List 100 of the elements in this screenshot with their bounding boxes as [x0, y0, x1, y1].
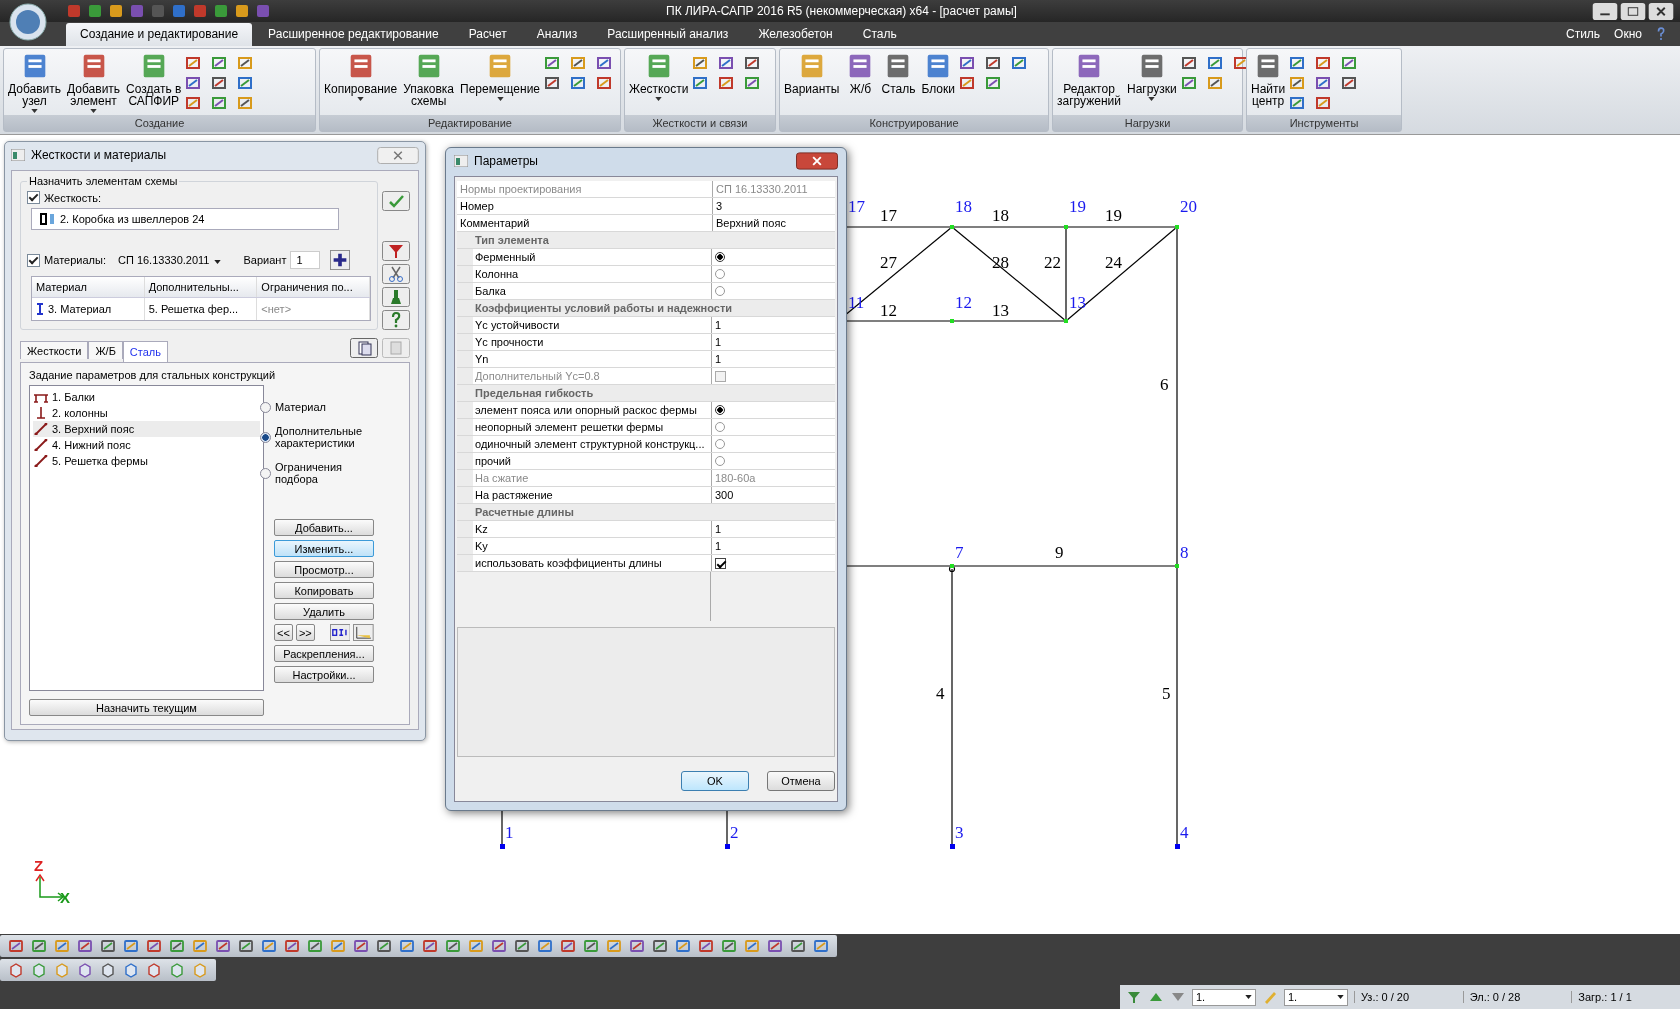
tool-icon[interactable] [399, 938, 415, 954]
variant-spinner[interactable]: 1 [290, 251, 321, 269]
tool-icon[interactable] [1206, 55, 1223, 71]
tool-icon[interactable] [1289, 75, 1306, 91]
column-header[interactable]: Ограничения по... [257, 277, 370, 297]
radio-button[interactable] [715, 456, 725, 466]
ribbon-button[interactable]: Добавить узел [6, 51, 64, 115]
tool-icon[interactable] [1315, 55, 1332, 71]
property-value[interactable]: 1 [712, 521, 835, 537]
cube-icon[interactable] [123, 962, 139, 978]
norm-dropdown[interactable]: СП 16.13330.2011 [117, 254, 222, 266]
stiffness-field[interactable]: 2. Коробка из швеллеров 24 [31, 208, 339, 230]
ribbon-tab[interactable]: Анализ [522, 23, 592, 46]
assign-button[interactable]: Назначить текущим [29, 699, 264, 716]
tool-icon[interactable] [185, 55, 202, 71]
radio-button[interactable] [715, 439, 725, 449]
tool-icon[interactable] [596, 55, 613, 71]
tool-icon[interactable] [8, 938, 24, 954]
tool-icon[interactable] [284, 938, 300, 954]
tab[interactable]: Жесткости [20, 341, 89, 359]
radio-button[interactable] [715, 286, 725, 296]
tool-icon[interactable] [422, 938, 438, 954]
property-value[interactable]: Верхний пояс [713, 215, 835, 231]
load-dropdown[interactable]: 1. [1284, 988, 1348, 1006]
tool-icon[interactable] [692, 55, 709, 71]
tool-icon[interactable] [146, 938, 162, 954]
tool-icon[interactable] [718, 55, 735, 71]
radio-button[interactable] [715, 422, 725, 432]
tool-icon[interactable] [1010, 55, 1027, 71]
tool-icon[interactable] [1341, 75, 1358, 91]
cube-icon[interactable] [100, 962, 116, 978]
ribbon-button[interactable]: Блоки [919, 51, 957, 115]
list-item[interactable]: 2. колонны [33, 405, 260, 421]
filter-icon[interactable] [382, 241, 410, 261]
minimize-icon[interactable] [1592, 2, 1618, 20]
tab[interactable]: Сталь [122, 341, 168, 362]
list-item[interactable]: 4. Нижний пояс [33, 437, 260, 453]
tool-icon[interactable] [514, 938, 530, 954]
toolbar-icon[interactable] [192, 3, 208, 19]
tool-icon[interactable] [211, 95, 228, 111]
ribbon-button[interactable]: Сталь [879, 51, 918, 115]
tool-icon[interactable] [767, 938, 783, 954]
action-button[interactable]: Удалить [274, 603, 374, 620]
checkbox[interactable] [715, 557, 726, 569]
dialog-button[interactable]: Отмена [767, 771, 835, 791]
tool-icon[interactable] [185, 95, 202, 111]
tool-icon[interactable] [958, 55, 975, 71]
tool-icon[interactable] [537, 938, 553, 954]
brush-icon[interactable] [382, 287, 410, 307]
ribbon-button[interactable]: Создать в САПФИР [124, 51, 184, 115]
tool-icon[interactable] [721, 938, 737, 954]
tool-icon[interactable] [583, 938, 599, 954]
help-icon[interactable] [382, 310, 410, 330]
ribbon-tab[interactable]: Расчет [454, 23, 521, 46]
cube-icon[interactable] [31, 962, 47, 978]
property-value[interactable]: 300 [712, 487, 835, 503]
action-button[interactable]: Копировать [274, 582, 374, 599]
tool-icon[interactable] [790, 938, 806, 954]
tool-icon[interactable] [1289, 55, 1306, 71]
tool-icon[interactable] [215, 938, 231, 954]
column-header[interactable]: Дополнительны... [144, 277, 258, 297]
property-value[interactable]: 1 [712, 538, 835, 554]
scissors-icon[interactable] [382, 264, 410, 284]
tool-icon[interactable] [652, 938, 668, 954]
section-icon[interactable] [329, 624, 351, 641]
ribbon-tab[interactable]: Создание и редактирование [66, 23, 253, 46]
nav-button[interactable]: << [274, 624, 293, 641]
tool-icon[interactable] [445, 938, 461, 954]
ribbon-tab[interactable]: Железобетон [744, 23, 847, 46]
toolbar-icon[interactable] [234, 3, 250, 19]
radio-button[interactable] [260, 467, 271, 479]
ribbon-button[interactable]: Перемещение [458, 51, 543, 115]
tool-icon[interactable] [77, 938, 93, 954]
tool-icon[interactable] [744, 75, 761, 91]
tab[interactable]: Ж/Б [88, 341, 123, 359]
tool-icon[interactable] [570, 75, 587, 91]
tool-icon[interactable] [1315, 95, 1332, 111]
ribbon-button[interactable]: Жесткости [627, 51, 691, 115]
ribbon-button[interactable]: Найти центр [1249, 51, 1288, 115]
ribbon-tab[interactable]: Расширенный анализ [593, 23, 743, 46]
ribbon-button[interactable]: Копирование [322, 51, 400, 115]
action-button[interactable]: Просмотр... [274, 561, 374, 578]
ribbon-tab[interactable]: Сталь [848, 23, 911, 46]
cube-icon[interactable] [77, 962, 93, 978]
tool-icon[interactable] [1180, 55, 1197, 71]
action-button[interactable]: Добавить... [274, 519, 374, 536]
toolbar-icon[interactable] [255, 3, 271, 19]
tool-icon[interactable] [330, 938, 346, 954]
tool-icon[interactable] [570, 55, 587, 71]
toolbar-icon[interactable] [108, 3, 124, 19]
tool-icon[interactable] [1180, 75, 1197, 91]
tool-icon[interactable] [744, 55, 761, 71]
action-button[interactable]: Раскрепления... [274, 645, 374, 662]
load-dropdown[interactable]: 1. [1192, 988, 1256, 1006]
ribbon-button[interactable]: Ж/б [843, 51, 878, 115]
ribbon-button[interactable]: Варианты [782, 51, 842, 115]
menu-item[interactable]: Окно [1614, 27, 1642, 41]
close-icon[interactable] [1648, 2, 1674, 20]
ribbon-button[interactable]: Упаковка схемы [401, 51, 457, 115]
tool-icon[interactable] [1315, 75, 1332, 91]
